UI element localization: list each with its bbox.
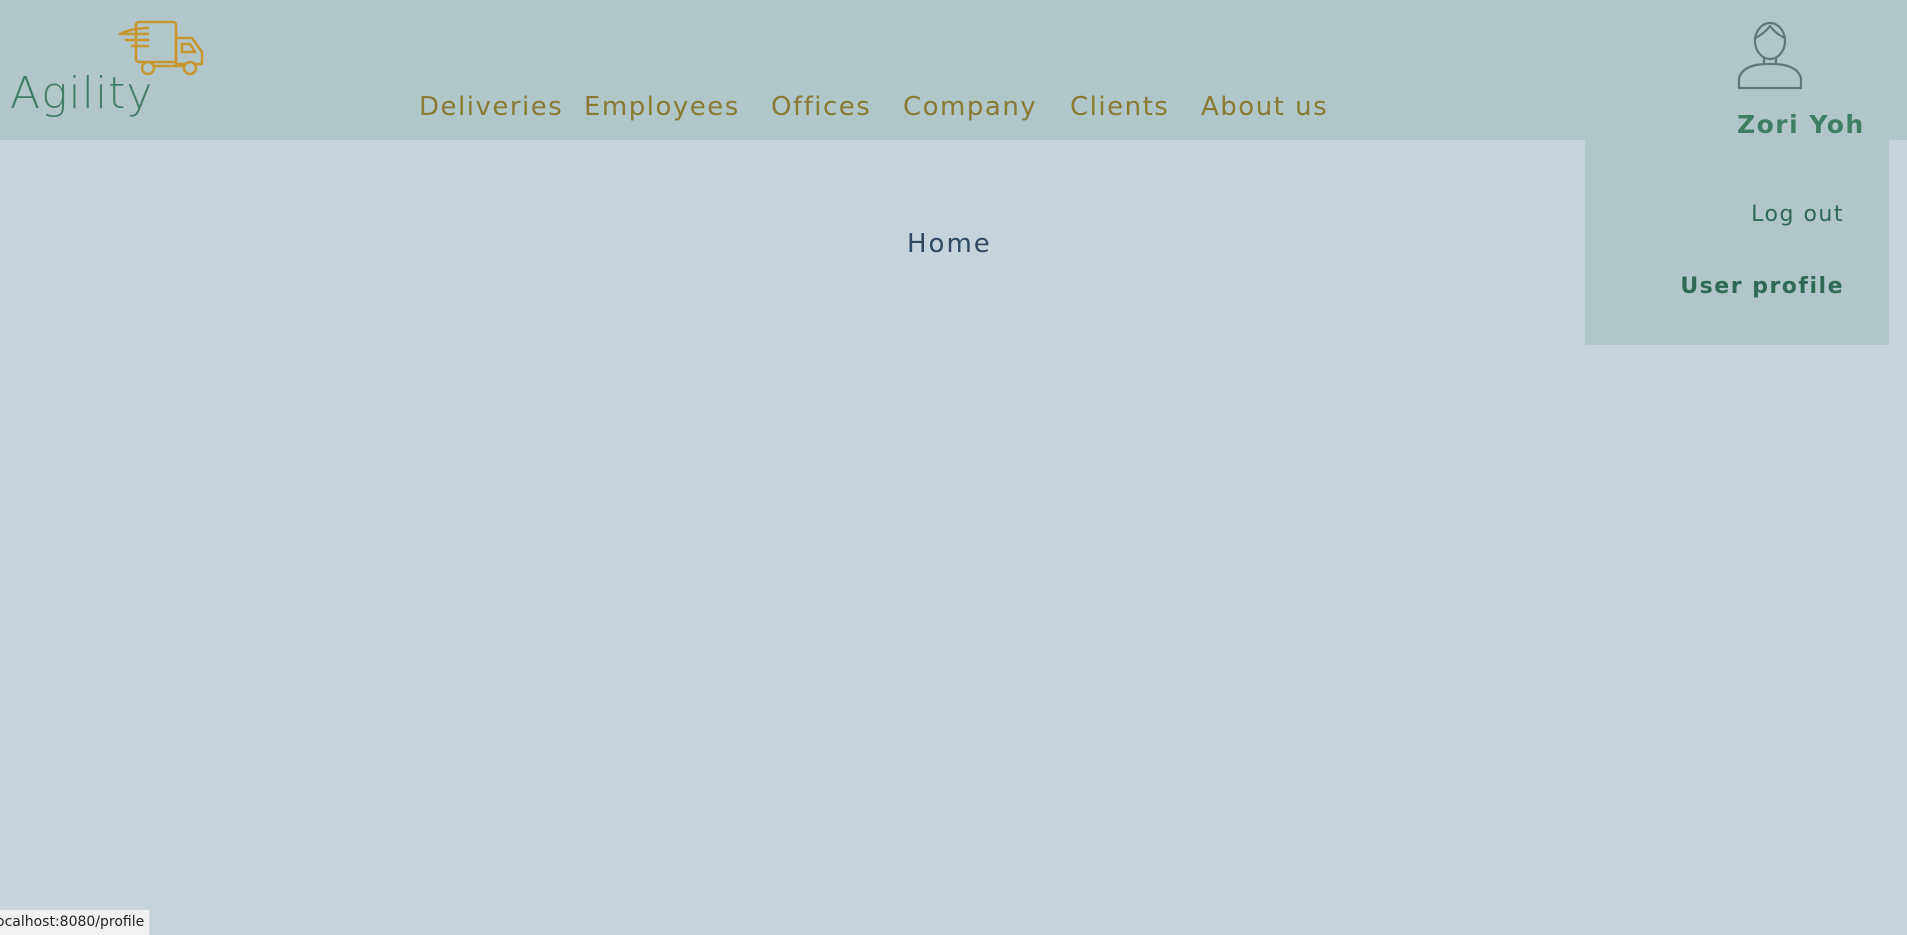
user-icon [1737, 21, 1803, 90]
nav-item-clients[interactable]: Clients [1070, 92, 1171, 122]
user-name: Zori Yoh [1737, 110, 1865, 139]
main-nav: Deliveries Employees Offices Company Cli… [419, 92, 1333, 122]
status-url-text: ocalhost:8080/profile [0, 914, 145, 930]
user-profile-link[interactable]: User profile [1680, 274, 1844, 299]
nav-item-deliveries[interactable]: Deliveries [419, 92, 562, 122]
nav-item-company[interactable]: Company [903, 92, 1040, 122]
nav-item-offices[interactable]: Offices [771, 92, 873, 122]
nav-item-about-us[interactable]: About us [1201, 92, 1333, 122]
status-bar-url: ocalhost:8080/profile [0, 909, 151, 935]
header-bar: Agility Deliveries Employees Offices Com… [0, 0, 1907, 140]
page-title: Home [907, 229, 992, 259]
logo-text: Agility [10, 68, 154, 119]
logo[interactable]: Agility [8, 20, 208, 120]
user-dropdown-menu: Log out User profile [1585, 140, 1889, 345]
user-menu[interactable]: Zori Yoh [1728, 18, 1888, 139]
nav-item-employees[interactable]: Employees [584, 92, 741, 122]
logout-link[interactable]: Log out [1751, 202, 1844, 227]
